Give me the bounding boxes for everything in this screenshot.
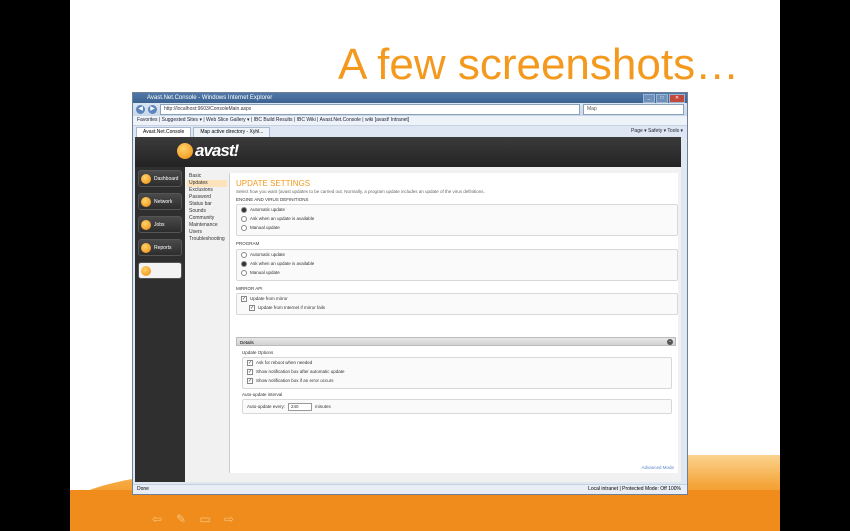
command-bar[interactable]: Page ▾ Safety ▾ Tools ▾ xyxy=(631,127,683,136)
settings-icon xyxy=(141,265,151,276)
back-arrow-icon[interactable]: ⇦ xyxy=(150,512,164,526)
nav-jobs[interactable]: Jobs xyxy=(138,216,182,233)
tab-map-directory[interactable]: Map active directory - Xyhl... xyxy=(193,127,271,137)
program-option-automatic[interactable]: Automatic update xyxy=(237,250,677,259)
submenu-users[interactable]: Users xyxy=(187,229,227,236)
mirror-option-fallback[interactable]: ✓ Update from Internet if mirror fails xyxy=(237,303,677,312)
engine-option-ask[interactable]: Ask when an update is available xyxy=(237,214,677,223)
interval-box: Auto-update every: 240 minutes xyxy=(242,399,672,414)
radio-icon xyxy=(241,260,247,267)
program-options-box: Automatic update Ask when an update is a… xyxy=(236,249,678,281)
engine-option-manual[interactable]: Manual update xyxy=(237,223,677,232)
back-button[interactable]: ◀ xyxy=(136,105,145,114)
option-ask-reboot[interactable]: ✓ Ask for reboot when needed xyxy=(243,358,671,367)
window-titlebar: Avast.Net.Console - Windows Internet Exp… xyxy=(133,93,687,103)
address-bar[interactable]: http://localhost:9603/ConsoleMain.aspx xyxy=(160,104,580,115)
close-button[interactable]: ✕ xyxy=(669,94,685,103)
submenu-sounds[interactable]: Sounds xyxy=(187,208,227,215)
forward-button[interactable]: ▶ xyxy=(148,105,157,114)
engine-options-box: Automatic update Ask when an update is a… xyxy=(236,204,678,236)
dashboard-icon xyxy=(141,173,151,184)
submenu-maintenance[interactable]: Maintenance xyxy=(187,222,227,229)
option-notify-after-update[interactable]: ✓ Show notification box after automatic u… xyxy=(243,367,671,376)
interval-heading: Auto-update interval xyxy=(242,392,283,397)
radio-icon xyxy=(241,224,247,231)
minimize-button[interactable]: _ xyxy=(643,94,655,103)
submenu-status-bar[interactable]: Status bar xyxy=(187,201,227,208)
interval-unit: minutes xyxy=(315,404,331,409)
collapse-icon[interactable]: ^ xyxy=(667,339,673,345)
left-nav: Dashboard Network Jobs Reports xyxy=(135,167,185,482)
advanced-mode-link[interactable]: Advanced Mode xyxy=(641,465,674,470)
nav-settings[interactable] xyxy=(138,262,182,279)
reports-icon xyxy=(141,242,151,253)
submenu-community[interactable]: Community xyxy=(187,215,227,222)
submenu-updates[interactable]: Updates xyxy=(187,180,227,187)
mirror-option-update[interactable]: ✓ Update from mirror xyxy=(237,294,677,303)
checkbox-icon: ✓ xyxy=(241,295,247,302)
panel-title: UPDATE SETTINGS xyxy=(236,179,311,188)
engine-heading: ENGINE AND VIRUS DEFINITIONS xyxy=(236,197,309,202)
nav-reports[interactable]: Reports xyxy=(138,239,182,256)
app-header: avast! xyxy=(135,137,681,167)
interval-row: Auto-update every: 240 minutes xyxy=(243,400,671,413)
jobs-icon xyxy=(141,219,151,230)
window-controls: _ □ ✕ xyxy=(643,94,685,103)
forward-arrow-icon[interactable]: ⇨ xyxy=(222,512,236,526)
checkbox-icon: ✓ xyxy=(247,377,253,384)
details-bar[interactable]: Details ^ xyxy=(236,337,676,346)
address-row: ◀ ▶ http://localhost:9603/ConsoleMain.as… xyxy=(133,103,687,116)
window-title: Avast.Net.Console - Windows Internet Exp… xyxy=(147,95,273,101)
engine-option-automatic[interactable]: Automatic update xyxy=(237,205,677,214)
search-input[interactable]: Map xyxy=(583,104,684,115)
tab-avast-console[interactable]: Avast.Net.Console xyxy=(136,127,192,137)
radio-icon xyxy=(241,215,247,222)
program-option-ask[interactable]: Ask when an update is available xyxy=(237,259,677,268)
checkbox-icon: ✓ xyxy=(249,304,255,311)
program-option-manual[interactable]: Manual update xyxy=(237,268,677,277)
interval-input[interactable]: 240 xyxy=(288,402,313,411)
avast-logo-icon xyxy=(177,143,193,159)
submenu-troubleshooting[interactable]: Troubleshooting xyxy=(187,236,227,243)
checkbox-icon: ✓ xyxy=(247,359,253,366)
nav-network[interactable]: Network xyxy=(138,193,182,210)
maximize-button[interactable]: □ xyxy=(656,94,668,103)
radio-icon xyxy=(241,251,247,258)
network-icon xyxy=(141,196,151,207)
pen-icon[interactable]: ✎ xyxy=(174,512,188,526)
slide-nav: ⇦ ✎ ▭ ⇨ xyxy=(150,512,236,526)
update-settings-panel: UPDATE SETTINGS Select how you want (ava… xyxy=(229,173,678,473)
avast-console: avast! Dashboard Network Jobs Reports Ba… xyxy=(135,137,681,482)
details-label: Details xyxy=(240,340,254,345)
slide-title: A few screenshots… xyxy=(338,40,740,89)
submenu-basic[interactable]: Basic xyxy=(187,173,227,180)
update-options-box: ✓ Ask for reboot when needed ✓ Show notifi… xyxy=(242,357,672,389)
nav-dashboard[interactable]: Dashboard xyxy=(138,170,182,187)
program-heading: PROGRAM xyxy=(236,241,260,246)
slide-icon[interactable]: ▭ xyxy=(198,512,212,526)
radio-icon xyxy=(241,206,247,213)
panel-description: Select how you want (avast updates to be… xyxy=(236,189,485,194)
mirror-options-box: ✓ Update from mirror ✓ Update from Interne… xyxy=(236,293,678,315)
tab-row: Avast.Net.Console Map active directory -… xyxy=(133,126,687,137)
submenu-exclusions[interactable]: Exclusions xyxy=(187,187,227,194)
settings-submenu: Basic Updates Exclusions Password Status… xyxy=(187,173,227,243)
mirror-heading: MIRROR API xyxy=(236,286,263,291)
status-text: Done xyxy=(137,486,149,492)
submenu-password[interactable]: Password xyxy=(187,194,227,201)
interval-label: Auto-update every: xyxy=(247,404,286,409)
zone-status[interactable]: Local intranet | Protected Mode: Off 100… xyxy=(588,485,681,494)
update-options-heading: Update Options xyxy=(242,350,274,355)
option-notify-error[interactable]: ✓ Show notification box if an error occur… xyxy=(243,376,671,385)
browser-window: Avast.Net.Console - Windows Internet Exp… xyxy=(132,92,688,495)
checkbox-icon: ✓ xyxy=(247,368,253,375)
favorites-bar[interactable]: Favorites | Suggested Sites ▾ | Web Slic… xyxy=(133,116,687,126)
logo-text: avast! xyxy=(195,141,239,160)
status-bar: Done Local intranet | Protected Mode: Of… xyxy=(133,484,687,494)
radio-icon xyxy=(241,269,247,276)
